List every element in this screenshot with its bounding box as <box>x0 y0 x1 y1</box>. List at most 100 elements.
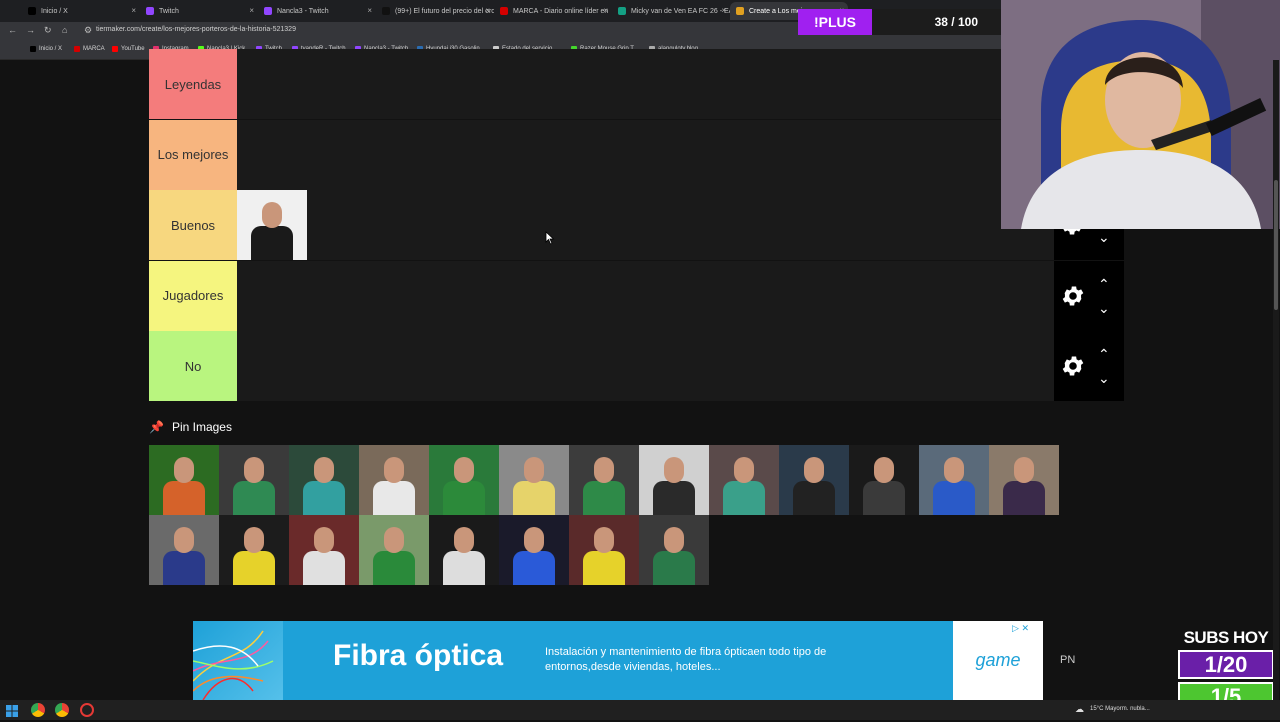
goalkeeper-thumbnail[interactable] <box>149 445 219 515</box>
goalkeeper-thumbnail[interactable] <box>919 445 989 515</box>
bookmark-item[interactable]: MARCA <box>74 46 105 52</box>
goalkeeper-thumbnail[interactable] <box>149 515 219 585</box>
gear-icon[interactable] <box>1060 353 1086 379</box>
goalkeeper-thumbnail[interactable] <box>359 445 429 515</box>
tab-1[interactable]: Twitch × <box>140 2 258 20</box>
goalkeeper-thumbnail[interactable] <box>989 445 1059 515</box>
chevron-down-icon[interactable]: ⌄ <box>1098 371 1110 385</box>
jersey-shape <box>233 481 275 515</box>
jersey-shape <box>303 481 345 515</box>
close-tab-icon[interactable]: × <box>249 6 254 15</box>
chevron-up-icon[interactable]: ⌃ <box>1098 347 1110 361</box>
jersey-shape <box>513 481 555 515</box>
goalkeeper-thumbnail[interactable] <box>219 515 289 585</box>
futbin-icon <box>618 7 626 15</box>
goalkeeper-thumbnail[interactable] <box>499 515 569 585</box>
tier-label[interactable]: Buenos <box>149 190 237 260</box>
back-icon[interactable]: ← <box>8 25 17 35</box>
goalkeeper-thumbnail[interactable] <box>569 445 639 515</box>
chevron-down-icon[interactable]: ⌄ <box>1098 301 1110 315</box>
windows-start-icon[interactable] <box>6 704 18 717</box>
adchoices-icon[interactable]: ▷ ✕ <box>1012 623 1029 634</box>
tier-row[interactable]: Los mejores⌃⌄ <box>149 119 1124 190</box>
tab-0[interactable]: Inicio / X × <box>22 2 140 20</box>
head-shape <box>384 527 404 553</box>
ad-banner[interactable]: Fibra óptica Instalación y mantenimiento… <box>192 621 1043 701</box>
home-icon[interactable]: ⌂ <box>62 25 67 35</box>
goalkeeper-thumbnail[interactable] <box>709 445 779 515</box>
twitch-icon <box>146 7 154 15</box>
tier-dropzone[interactable] <box>237 260 1054 331</box>
tiktok-icon <box>382 7 390 15</box>
goalkeeper-thumbnail[interactable] <box>639 515 709 585</box>
goalkeeper-thumbnail[interactable] <box>289 445 359 515</box>
page-scrollbar[interactable] <box>1273 60 1279 700</box>
tab-4[interactable]: MARCA - Diario online líder en × <box>494 2 612 20</box>
goalkeeper-thumbnail[interactable] <box>569 515 639 585</box>
chevron-down-icon[interactable]: ⌄ <box>1098 230 1110 244</box>
head-shape <box>174 457 194 483</box>
goalkeeper-thumbnail[interactable] <box>849 445 919 515</box>
tier-label[interactable]: Jugadores <box>149 260 237 331</box>
tier-dropzone[interactable] <box>237 331 1054 401</box>
close-tab-icon[interactable]: × <box>367 6 372 15</box>
jersey-shape <box>863 481 905 515</box>
head-shape <box>384 457 404 483</box>
tier-controls: ⌃⌄ <box>1054 260 1124 331</box>
tier-dropzone[interactable] <box>237 190 1054 260</box>
tier-row[interactable]: Buenos⌃⌄ <box>149 190 1124 260</box>
tab-2[interactable]: Nancla3 - Twitch × <box>258 2 376 20</box>
close-tab-icon[interactable]: × <box>485 6 490 15</box>
x-icon <box>28 7 36 15</box>
jersey-shape <box>583 551 625 585</box>
goalkeeper-thumbnail[interactable] <box>359 515 429 585</box>
tier-label[interactable]: Leyendas <box>149 49 237 119</box>
head-shape <box>524 457 544 483</box>
tier-label[interactable]: No <box>149 331 237 401</box>
goalkeeper-thumbnail[interactable] <box>237 190 307 260</box>
head-shape <box>664 457 684 483</box>
address-input[interactable]: tiermaker.com/create/los-mejores-portero… <box>96 26 296 33</box>
goalkeeper-thumbnail[interactable] <box>219 445 289 515</box>
forward-icon[interactable]: → <box>26 25 35 35</box>
bookmark-item[interactable]: YouTube <box>112 46 145 52</box>
chrome-taskbar-icon-2[interactable] <box>55 703 69 717</box>
bookmark-item[interactable]: Inicio / X <box>30 46 62 52</box>
close-tab-icon[interactable]: × <box>603 6 608 15</box>
tier-dropzone[interactable] <box>237 49 1054 119</box>
taskbar: ☁ 15°C Mayorm. nubla... <box>0 700 1280 720</box>
weather-text[interactable]: 15°C Mayorm. nubla... <box>1090 706 1150 712</box>
tab-3[interactable]: (99+) El futuro del precio del oro × <box>376 2 494 20</box>
plus-badge: !PLUS <box>798 9 872 35</box>
gear-icon[interactable] <box>1060 283 1086 309</box>
goalkeeper-thumbnail[interactable] <box>639 445 709 515</box>
tier-dropzone[interactable] <box>237 119 1054 190</box>
close-tab-icon[interactable]: × <box>721 6 726 15</box>
tier-row[interactable]: Jugadores ⌃ ⌄ <box>149 260 1124 331</box>
goalkeeper-thumbnail[interactable] <box>779 445 849 515</box>
goalkeeper-thumbnail[interactable] <box>429 515 499 585</box>
goalkeeper-thumbnail[interactable] <box>289 515 359 585</box>
tab-label: MARCA - Diario online líder en <box>513 7 609 15</box>
record-app-icon[interactable] <box>80 703 94 717</box>
marca-icon <box>500 7 508 15</box>
weather-icon[interactable]: ☁ <box>1075 704 1084 715</box>
head-shape <box>734 457 754 483</box>
tier-row[interactable]: No ⌃ ⌄ <box>149 331 1124 401</box>
goalkeeper-thumbnail[interactable] <box>499 445 569 515</box>
head-shape <box>804 457 824 483</box>
goalkeeper-thumbnail[interactable] <box>429 445 499 515</box>
chevron-up-icon[interactable]: ⌃ <box>1098 277 1110 291</box>
tab-label: (99+) El futuro del precio del oro <box>395 7 494 15</box>
reload-icon[interactable]: ↻ <box>44 25 52 36</box>
close-tab-icon[interactable]: × <box>131 6 136 15</box>
tab-label: Micky van de Ven EA FC 26 - EA <box>631 7 730 15</box>
head-shape <box>454 527 474 553</box>
chrome-taskbar-icon[interactable] <box>31 703 45 717</box>
jersey-shape <box>723 481 765 515</box>
tier-row[interactable]: Leyendas⌃⌄ <box>149 49 1124 119</box>
tier-label[interactable]: Los mejores <box>149 119 237 190</box>
site-info-icon[interactable]: ⚙ <box>84 25 92 36</box>
tab-5[interactable]: Micky van de Ven EA FC 26 - EA × <box>612 2 730 20</box>
scrollbar-thumb[interactable] <box>1274 180 1278 310</box>
